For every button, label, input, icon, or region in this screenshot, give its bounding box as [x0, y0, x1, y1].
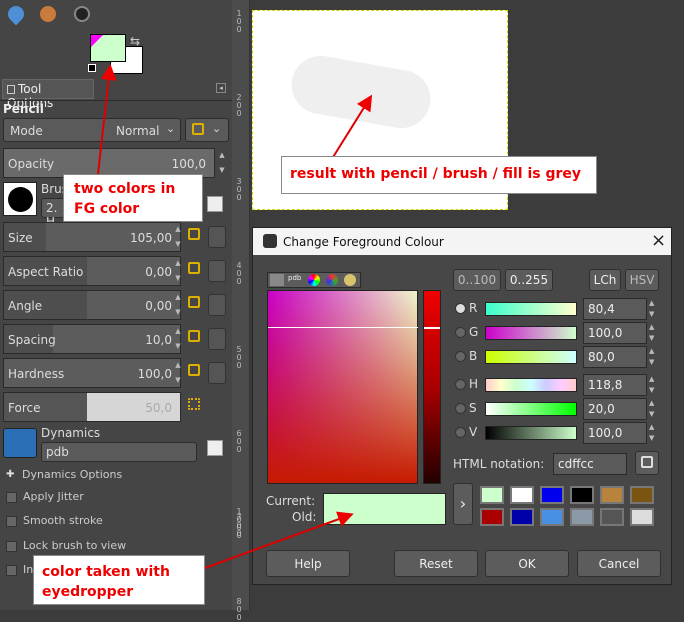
- arrow-to-current: [204, 511, 354, 569]
- arrow-to-fg: [97, 64, 117, 175]
- ruler-tick-label: 0: [236, 613, 242, 622]
- callout-eyedropper: color taken with eyedropper: [33, 555, 205, 605]
- arrow-to-stroke: [329, 94, 373, 163]
- callout-result: result with pencil / brush / fill is gre…: [281, 156, 597, 194]
- annotation-arrows: [97, 64, 373, 569]
- callout-two-colors: two colors in FG color: [63, 174, 203, 222]
